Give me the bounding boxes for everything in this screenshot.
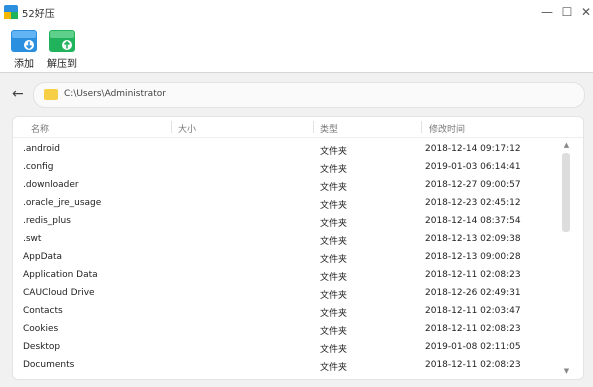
maximize-button[interactable]: ☐ [558, 3, 576, 21]
file-name: .oracle_jre_usage [23, 198, 102, 208]
add-button[interactable]: 添加 [4, 30, 44, 70]
file-name: .config [23, 162, 54, 172]
column-header-modified[interactable]: 修改时间 [429, 122, 465, 135]
file-row[interactable]: .config 文件夹 2019-01-03 06:14:41 [13, 159, 558, 177]
file-name: Contacts [23, 306, 63, 316]
file-modified: 2019-01-08 02:11:05 [425, 342, 521, 352]
file-name: .swt [23, 234, 42, 244]
title-bar: 52好压 — ☐ ✕ [0, 0, 593, 24]
file-type: 文件夹 [320, 255, 348, 265]
file-modified: 2019-01-03 06:14:41 [425, 162, 521, 172]
file-row[interactable]: Application Data 文件夹 2018-12-11 02:08:23 [13, 267, 558, 285]
file-name: .downloader [23, 180, 79, 190]
file-type: 文件夹 [320, 147, 348, 157]
file-modified: 2018-12-27 09:00:57 [425, 180, 521, 190]
file-modified: 2018-12-11 02:08:23 [425, 360, 521, 370]
file-modified: 2018-12-23 02:45:12 [425, 198, 521, 208]
column-header-name[interactable]: 名称 [31, 122, 49, 135]
file-modified: 2018-12-13 09:00:28 [425, 252, 521, 262]
file-row[interactable]: Contacts 文件夹 2018-12-11 02:03:47 [13, 303, 558, 321]
file-list: .android 文件夹 2018-12-14 09:17:12 .config… [13, 141, 558, 375]
folder-icon [44, 89, 58, 100]
column-divider[interactable] [421, 121, 422, 133]
file-type: 文件夹 [320, 273, 348, 283]
column-divider[interactable] [313, 121, 314, 133]
file-row[interactable]: Documents 文件夹 2018-12-11 02:08:23 [13, 357, 558, 375]
scroll-up-arrow-icon[interactable]: ▲ [562, 141, 571, 150]
file-type: 文件夹 [320, 219, 348, 229]
toolbar: 添加 解压到 [0, 24, 593, 73]
close-button[interactable]: ✕ [577, 3, 593, 21]
file-row[interactable]: .downloader 文件夹 2018-12-27 09:00:57 [13, 177, 558, 195]
scroll-down-arrow-icon[interactable]: ▼ [562, 367, 571, 376]
add-button-label: 添加 [14, 59, 34, 70]
back-arrow-icon[interactable]: ← [12, 86, 24, 102]
file-type: 文件夹 [320, 201, 348, 211]
file-row[interactable]: Desktop 文件夹 2019-01-08 02:11:05 [13, 339, 558, 357]
add-archive-icon [11, 30, 37, 52]
extract-to-button-label: 解压到 [47, 59, 77, 70]
file-name: Desktop [23, 342, 61, 352]
file-type: 文件夹 [320, 327, 348, 337]
extract-archive-icon [49, 30, 75, 52]
file-type: 文件夹 [320, 165, 348, 175]
file-type: 文件夹 [320, 309, 348, 319]
file-type: 文件夹 [320, 363, 348, 373]
address-path: C:\Users\Administrator [64, 89, 166, 99]
file-row[interactable]: .swt 文件夹 2018-12-13 02:09:38 [13, 231, 558, 249]
address-bar[interactable]: C:\Users\Administrator [33, 82, 585, 108]
extract-to-button[interactable]: 解压到 [42, 30, 82, 70]
file-name: AppData [23, 252, 63, 262]
file-modified: 2018-12-13 02:09:38 [425, 234, 521, 244]
file-type: 文件夹 [320, 237, 348, 247]
column-header-type[interactable]: 类型 [320, 122, 338, 135]
file-modified: 2018-12-14 09:17:12 [425, 144, 521, 154]
file-type: 文件夹 [320, 183, 348, 193]
file-name: Application Data [23, 270, 98, 280]
file-modified: 2018-12-11 02:08:23 [425, 270, 521, 280]
file-name: .redis_plus [23, 216, 71, 226]
content-area: ← C:\Users\Administrator 名称 大小 类型 修改时间 .… [0, 73, 593, 387]
column-header-size[interactable]: 大小 [178, 122, 196, 135]
window-title: 52好压 [22, 9, 55, 20]
file-row[interactable]: .oracle_jre_usage 文件夹 2018-12-23 02:45:1… [13, 195, 558, 213]
minimize-button[interactable]: — [538, 3, 556, 21]
file-row[interactable]: .redis_plus 文件夹 2018-12-14 08:37:54 [13, 213, 558, 231]
file-list-header: 名称 大小 类型 修改时间 [13, 117, 583, 138]
file-type: 文件夹 [320, 291, 348, 301]
file-modified: 2018-12-11 02:03:47 [425, 306, 521, 316]
column-divider[interactable] [171, 121, 172, 133]
file-row[interactable]: .android 文件夹 2018-12-14 09:17:12 [13, 141, 558, 159]
app-logo-icon [4, 5, 18, 19]
file-name: CAUCloud Drive [23, 288, 95, 298]
file-name: Cookies [23, 324, 59, 334]
file-modified: 2018-12-14 08:37:54 [425, 216, 521, 226]
scrollbar-thumb[interactable] [562, 153, 570, 232]
file-type: 文件夹 [320, 345, 348, 355]
file-name: Documents [23, 360, 75, 370]
file-modified: 2018-12-26 02:49:31 [425, 288, 521, 298]
file-modified: 2018-12-11 02:08:23 [425, 324, 521, 334]
file-row[interactable]: AppData 文件夹 2018-12-13 09:00:28 [13, 249, 558, 267]
file-list-panel: 名称 大小 类型 修改时间 .android 文件夹 2018-12-14 09… [12, 116, 584, 380]
file-row[interactable]: CAUCloud Drive 文件夹 2018-12-26 02:49:31 [13, 285, 558, 303]
file-name: .android [23, 144, 61, 154]
file-row[interactable]: Cookies 文件夹 2018-12-11 02:08:23 [13, 321, 558, 339]
